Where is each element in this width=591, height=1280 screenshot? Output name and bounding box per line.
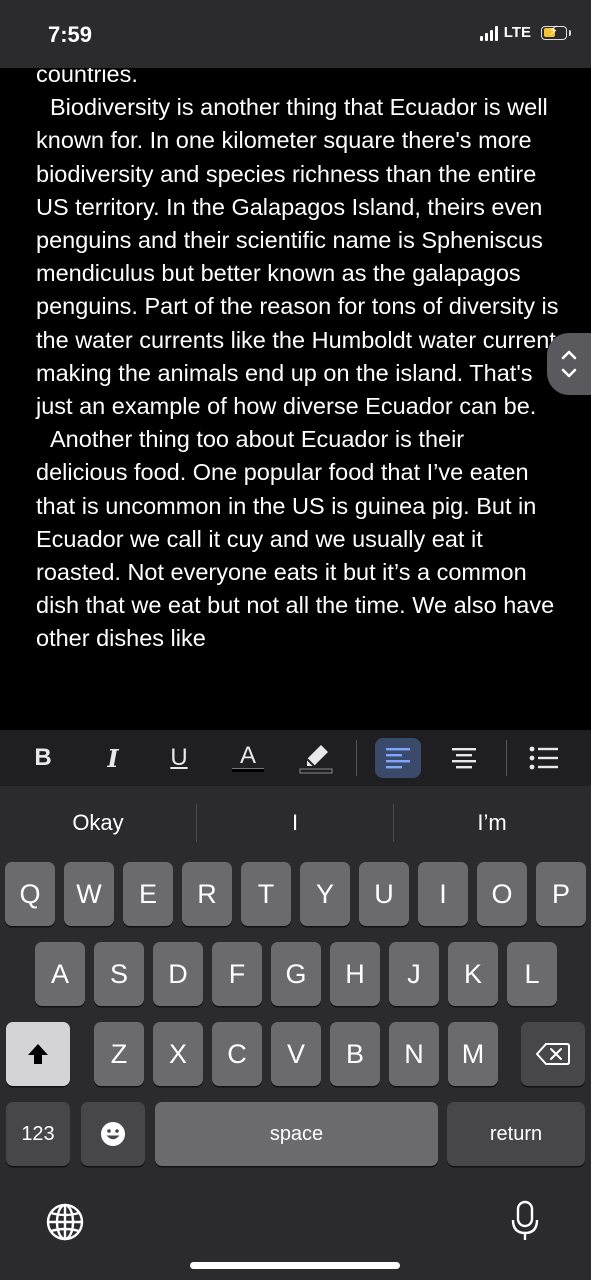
space-key[interactable]: space — [155, 1102, 438, 1166]
align-left-icon — [386, 748, 410, 769]
emoji-icon — [101, 1122, 125, 1146]
shift-icon — [28, 1044, 48, 1064]
text-color-label: A — [239, 742, 256, 769]
key-v[interactable]: V — [271, 1022, 321, 1086]
key-h[interactable]: H — [330, 942, 380, 1006]
backspace-icon — [536, 1043, 570, 1065]
key-a[interactable]: A — [35, 942, 85, 1006]
key-d[interactable]: D — [153, 942, 203, 1006]
key-f[interactable]: F — [212, 942, 262, 1006]
align-center-button[interactable] — [444, 738, 484, 778]
suggestion-item[interactable]: I’m — [394, 806, 590, 840]
key-l[interactable]: L — [507, 942, 557, 1006]
highlight-icon — [299, 745, 333, 774]
paragraph[interactable]: Biodiversity is another thing that Ecuad… — [36, 91, 561, 423]
italic-button[interactable]: I — [98, 738, 128, 778]
return-key[interactable]: return — [447, 1102, 585, 1166]
key-z[interactable]: Z — [94, 1022, 144, 1086]
suggestion-item[interactable]: I — [197, 806, 393, 840]
globe-icon[interactable] — [46, 1203, 84, 1246]
status-time: 7:59 — [48, 22, 93, 47]
document-body[interactable]: countries. Biodiversity is another thing… — [0, 68, 591, 730]
key-t[interactable]: T — [241, 862, 291, 926]
numbers-key[interactable]: 123 — [6, 1102, 70, 1166]
bulleted-list-button[interactable] — [524, 738, 564, 778]
network-type: LTE — [503, 24, 531, 41]
align-left-button[interactable] — [375, 738, 421, 778]
suggestion-item[interactable]: Okay — [0, 806, 196, 840]
key-o[interactable]: O — [477, 862, 527, 926]
battery-icon: ⚡ — [541, 22, 571, 40]
signal-icon — [479, 25, 498, 41]
key-q[interactable]: Q — [5, 862, 55, 926]
highlight-button[interactable] — [298, 738, 334, 778]
bold-button[interactable]: B — [28, 738, 58, 778]
key-w[interactable]: W — [64, 862, 114, 926]
key-g[interactable]: G — [271, 942, 321, 1006]
key-m[interactable]: M — [448, 1022, 498, 1086]
key-i[interactable]: I — [418, 862, 468, 926]
key-j[interactable]: J — [389, 942, 439, 1006]
paragraph[interactable]: countries. — [36, 68, 561, 91]
chevron-down-icon — [561, 368, 577, 378]
backspace-key[interactable] — [521, 1022, 585, 1086]
status-indicators: LTE ⚡ — [479, 22, 571, 41]
underline-button[interactable]: U — [164, 738, 194, 778]
keyboard: Okay I I’m Q W E R T Y U I O P A S D F G… — [0, 786, 591, 1280]
key-u[interactable]: U — [359, 862, 409, 926]
home-indicator[interactable] — [190, 1262, 400, 1269]
key-x[interactable]: X — [153, 1022, 203, 1086]
formatting-toolbar: B I U A — [0, 730, 591, 786]
align-center-icon — [452, 748, 476, 769]
shift-key[interactable] — [6, 1022, 70, 1086]
key-n[interactable]: N — [389, 1022, 439, 1086]
chevron-up-icon — [561, 350, 577, 360]
key-y[interactable]: Y — [300, 862, 350, 926]
bulleted-list-icon — [529, 746, 558, 770]
key-p[interactable]: P — [536, 862, 586, 926]
key-e[interactable]: E — [123, 862, 173, 926]
paragraph[interactable]: Another thing too about Ecuador is their… — [36, 423, 561, 655]
emoji-key[interactable] — [81, 1102, 145, 1166]
key-r[interactable]: R — [182, 862, 232, 926]
toolbar-divider — [506, 740, 507, 776]
page-scroll-handle[interactable] — [547, 333, 591, 395]
text-color-swatch — [232, 768, 264, 772]
key-s[interactable]: S — [94, 942, 144, 1006]
status-bar: 7:59 LTE ⚡ — [0, 0, 591, 68]
suggestion-bar: Okay I I’m — [0, 786, 591, 858]
key-c[interactable]: C — [212, 1022, 262, 1086]
key-k[interactable]: K — [448, 942, 498, 1006]
microphone-icon[interactable] — [510, 1200, 540, 1247]
text-color-button[interactable]: A — [230, 738, 266, 778]
key-b[interactable]: B — [330, 1022, 380, 1086]
toolbar-divider — [356, 740, 357, 776]
charging-icon: ⚡ — [549, 22, 559, 38]
document-text[interactable]: countries. Biodiversity is another thing… — [36, 68, 561, 656]
